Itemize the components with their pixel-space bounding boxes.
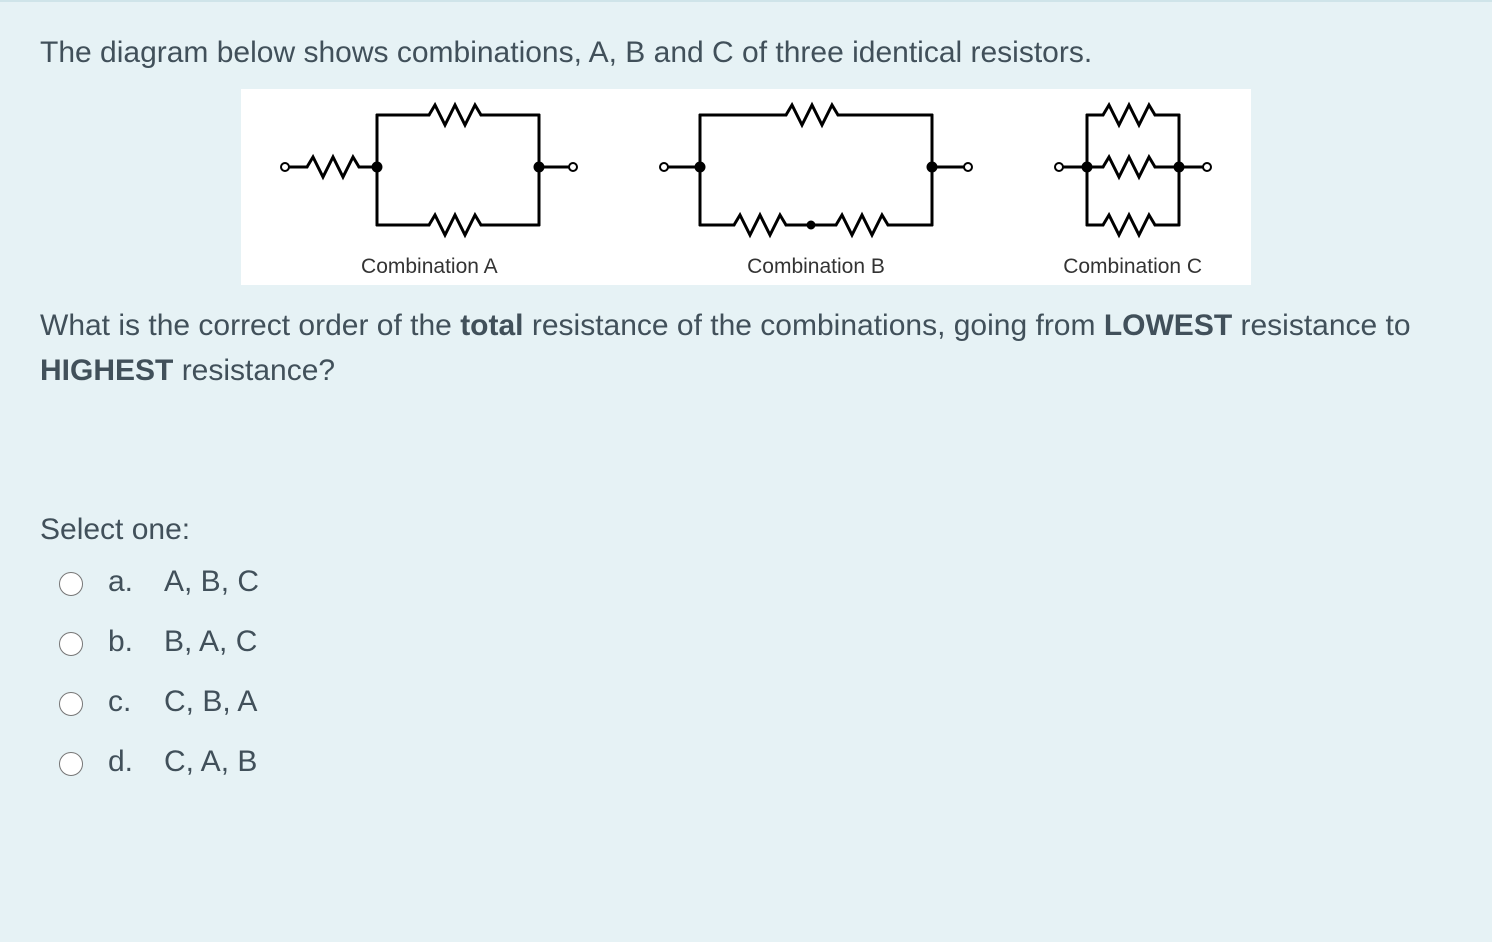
option-a-letter: a. [108, 565, 142, 599]
option-b-text: B, A, C [164, 625, 257, 659]
option-c-radio[interactable] [59, 692, 83, 716]
combination-b-caption: Combination B [656, 255, 976, 279]
combination-b-circuit [656, 97, 976, 247]
combination-c-caption: Combination C [1053, 255, 1213, 279]
combination-a-circuit [279, 97, 579, 247]
option-d[interactable]: d. C, A, B [54, 745, 1452, 779]
option-d-letter: d. [108, 745, 142, 779]
question-prompt: What is the correct order of the total r… [40, 303, 1452, 393]
prompt-bold-lowest: LOWEST [1104, 309, 1232, 342]
prompt-bold-highest: HIGHEST [40, 354, 173, 387]
option-c-letter: c. [108, 685, 142, 719]
option-b-radio[interactable] [59, 632, 83, 656]
option-d-radio[interactable] [59, 752, 83, 776]
option-b[interactable]: b. B, A, C [54, 625, 1452, 659]
option-c[interactable]: c. C, B, A [54, 685, 1452, 719]
option-a-radio[interactable] [59, 572, 83, 596]
combination-b-panel: Combination B [656, 97, 976, 279]
option-a-text: A, B, C [164, 565, 259, 599]
circuit-diagram-container: Combination A [241, 89, 1251, 285]
prompt-mid: resistance of the combinations, going fr… [524, 309, 1104, 342]
combination-a-caption: Combination A [279, 255, 579, 279]
prompt-bold-total: total [460, 309, 523, 342]
combination-c-panel: Combination C [1053, 97, 1213, 279]
option-b-letter: b. [108, 625, 142, 659]
prompt-pre: What is the correct order of the [40, 309, 460, 342]
option-c-text: C, B, A [164, 685, 257, 719]
select-one-label: Select one: [40, 513, 1452, 547]
option-a[interactable]: a. A, B, C [54, 565, 1452, 599]
combination-c-circuit [1053, 97, 1213, 247]
answers-block: Select one: a. A, B, C b. B, A, C c. C, … [40, 513, 1452, 779]
prompt-end: resistance? [173, 354, 335, 387]
prompt-mid2: resistance to [1232, 309, 1410, 342]
question-page: The diagram below shows combinations, A,… [0, 0, 1492, 942]
option-d-text: C, A, B [164, 745, 257, 779]
combination-a-panel: Combination A [279, 97, 579, 279]
question-intro: The diagram below shows combinations, A,… [40, 30, 1452, 75]
